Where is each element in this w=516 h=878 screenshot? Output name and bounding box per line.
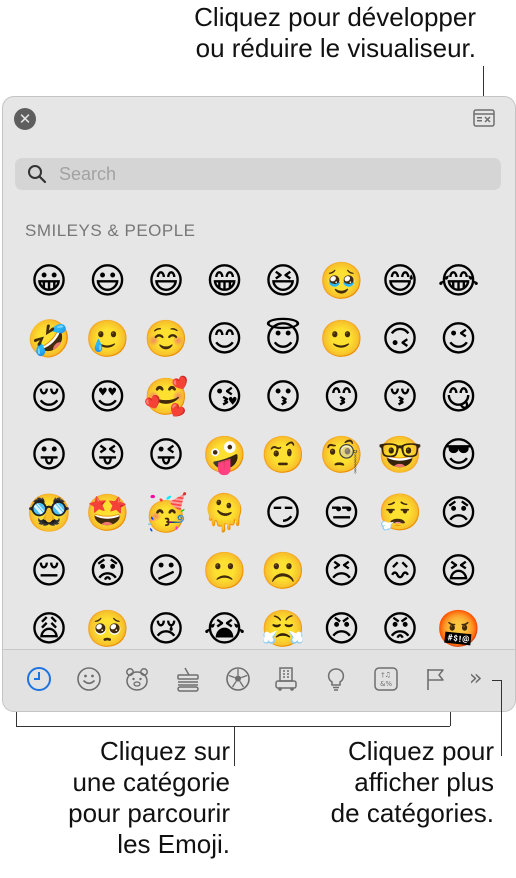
category-smileys[interactable] [76, 666, 102, 692]
section-title: SMILEYS & PEOPLE [25, 221, 196, 240]
emoji-button[interactable]: 🥲 [84, 311, 132, 369]
emoji-button[interactable]: 🙂 [318, 311, 366, 369]
category-bar: †♫ &% » [3, 649, 515, 711]
emoji-button[interactable]: 😂 [435, 253, 483, 311]
emoji-button[interactable]: 🫠 [201, 485, 249, 543]
callout-line: pour parcourir [68, 798, 230, 828]
expand-viewer-button[interactable] [473, 109, 495, 127]
emoji-button[interactable]: 🤨 [259, 427, 307, 485]
category-food[interactable] [175, 666, 201, 692]
emoji-button[interactable]: 😟 [84, 543, 132, 601]
emoji-button[interactable]: 😘 [201, 369, 249, 427]
emoji-button[interactable]: 😏 [259, 485, 307, 543]
category-travel[interactable] [273, 666, 299, 692]
callout-line: une catégorie [72, 767, 230, 797]
emoji-button[interactable]: 😆 [259, 253, 307, 311]
callout-line: ou réduire le visualiseur. [195, 33, 476, 63]
emoji-button[interactable]: 😁 [201, 253, 249, 311]
lightbulb-icon [327, 668, 345, 691]
emoji-button[interactable]: 😝 [84, 427, 132, 485]
emoji-button[interactable]: 😇 [259, 311, 307, 369]
emoji-button[interactable]: 😣 [318, 543, 366, 601]
buildings-icon [275, 667, 297, 691]
callout-line: Cliquez pour développer [194, 2, 476, 32]
emoji-button[interactable]: 😙 [318, 369, 366, 427]
emoji-button[interactable]: 😍 [84, 369, 132, 427]
search-field[interactable]: Search [15, 158, 501, 190]
callout-leader-left [234, 726, 235, 766]
emoji-button[interactable]: 🥸 [25, 485, 73, 543]
search-icon [28, 165, 47, 184]
emoji-button[interactable]: 😅 [376, 253, 424, 311]
callout-line: afficher plus [354, 767, 494, 797]
emoji-button[interactable]: 😋 [435, 369, 483, 427]
category-symbols[interactable]: †♫ &% [373, 666, 399, 692]
callout-line: de catégories. [330, 798, 494, 828]
emoji-button[interactable]: 🥳 [142, 485, 190, 543]
emoji-grid: 😀 😃 😄 😁 😆 🥹 😅 😂 🤣 🥲 ☺️ 😊 😇 🙂 🙃 😉 😌 😍 🥰 😘 😗 😙 😚 😋 😛 😝 😜 🤪 🤨 🧐 🤓 😎 🥸 🤩 🥳 🫠 😏 😒 😮… [25, 253, 495, 659]
category-objects[interactable] [323, 666, 349, 692]
emoji-button[interactable]: 🤩 [84, 485, 132, 543]
category-flags[interactable] [423, 666, 449, 692]
callout-expand-viewer: Cliquez pour développer ou réduire le vi… [56, 2, 476, 64]
emoji-button[interactable]: 🙁 [201, 543, 249, 601]
emoji-button[interactable]: 😀 [25, 253, 73, 311]
callout-browse-category: Cliquez sur une catégorie pour parcourir… [30, 736, 230, 860]
clock-icon [27, 667, 51, 691]
emoji-button[interactable]: 😕 [142, 543, 190, 601]
emoji-button[interactable]: 😌 [25, 369, 73, 427]
symbols-icon: †♫ &% [374, 667, 398, 691]
emoji-button[interactable]: 😄 [142, 253, 190, 311]
emoji-button[interactable]: 😮‍💨 [376, 485, 424, 543]
emoji-button[interactable]: ☺️ [142, 311, 190, 369]
more-categories-button[interactable]: » [469, 666, 491, 692]
category-animals[interactable] [124, 666, 150, 692]
emoji-button[interactable]: 😎 [435, 427, 483, 485]
emoji-button[interactable]: 😫 [435, 543, 483, 601]
close-icon: ✕ [18, 110, 32, 128]
bracket-left-tick [16, 712, 17, 726]
emoji-button[interactable]: 😃 [84, 253, 132, 311]
flag-icon [427, 669, 444, 690]
search-placeholder: Search [59, 164, 117, 184]
callout-line: Cliquez pour [348, 736, 494, 766]
character-viewer-icon [473, 109, 495, 127]
emoji-button[interactable]: 🤪 [201, 427, 249, 485]
smiley-icon [77, 667, 101, 691]
callout-more-categories: Cliquez pour afficher plus de catégories… [264, 736, 494, 829]
emoji-button[interactable]: 😛 [25, 427, 73, 485]
category-activity[interactable] [225, 666, 251, 692]
callout-leader-right-v [501, 680, 502, 756]
emoji-button[interactable]: 😗 [259, 369, 307, 427]
emoji-button[interactable]: 🤣 [25, 311, 73, 369]
burger-icon [177, 667, 199, 692]
bear-icon [126, 668, 148, 691]
emoji-button[interactable]: 🙃 [376, 311, 424, 369]
category-recent[interactable] [26, 666, 52, 692]
emoji-button[interactable]: 🧐 [318, 427, 366, 485]
emoji-button[interactable]: 😔 [25, 543, 73, 601]
emoji-character-viewer: ✕ Search SMILEYS & PEOPLE 😀 😃 😄 😁 😆 🥹 😅 😂 🤣 🥲 ☺️ 😊 😇… [2, 96, 516, 712]
emoji-button[interactable]: 😉 [435, 311, 483, 369]
emoji-button[interactable]: 🥹 [318, 253, 366, 311]
close-button[interactable]: ✕ [14, 108, 36, 130]
emoji-button[interactable]: 😞 [435, 485, 483, 543]
emoji-button[interactable]: 😜 [142, 427, 190, 485]
emoji-button[interactable]: 😒 [318, 485, 366, 543]
emoji-button[interactable]: 🥰 [142, 369, 190, 427]
soccer-ball-icon [226, 667, 250, 691]
callout-line: les Emoji. [117, 829, 230, 859]
emoji-button[interactable]: 😚 [376, 369, 424, 427]
emoji-button[interactable]: 😊 [201, 311, 249, 369]
svg-text:†♫: †♫ [381, 671, 391, 679]
emoji-button[interactable]: 😖 [376, 543, 424, 601]
emoji-button[interactable]: 🤓 [376, 427, 424, 485]
emoji-button[interactable]: ☹️ [259, 543, 307, 601]
bracket-right-tick [450, 712, 451, 726]
callout-line: Cliquez sur [99, 736, 230, 766]
bracket-line [16, 726, 450, 727]
svg-text:&%: &% [380, 680, 392, 688]
